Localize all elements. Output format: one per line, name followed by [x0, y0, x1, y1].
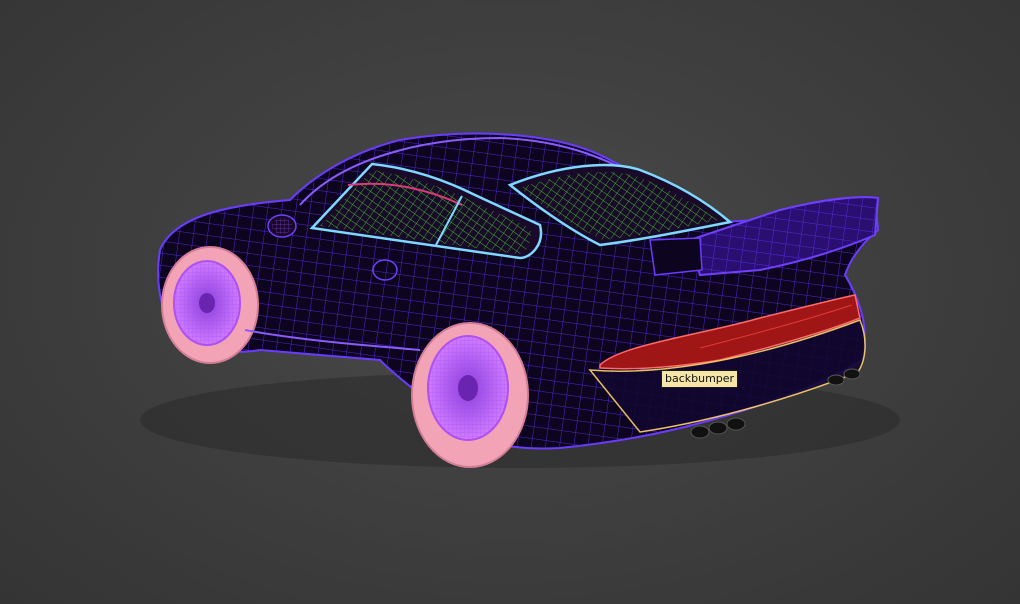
3d-viewport[interactable]: backbumper — [0, 0, 1020, 604]
side-mirror[interactable] — [267, 214, 297, 238]
front-left-wheel[interactable] — [161, 246, 259, 364]
rear-left-wheel[interactable] — [411, 322, 529, 468]
object-name-tooltip: backbumper — [661, 370, 739, 388]
car-wireframe-model[interactable] — [0, 0, 1020, 604]
